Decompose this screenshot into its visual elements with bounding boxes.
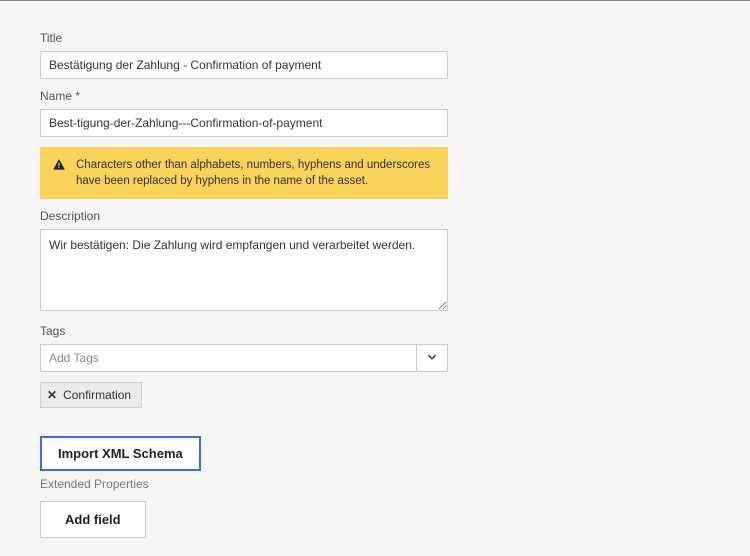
name-warning-text: Characters other than alphabets, numbers… [76,157,436,189]
name-label: Name * [40,89,710,103]
tag-chip-label: Confirmation [63,388,131,402]
form-page: Title Name * Characters other than alpha… [0,0,750,556]
description-label: Description [40,209,710,223]
tags-field-group: Tags ✕ Confirmation [40,324,710,408]
close-icon[interactable]: ✕ [47,388,57,402]
import-xml-schema-button[interactable]: Import XML Schema [40,436,201,471]
add-field-button[interactable]: Add field [40,501,146,538]
title-input[interactable] [40,51,448,79]
alert-triangle-icon [52,158,66,175]
chevron-down-icon [425,350,439,367]
tags-row [40,344,448,372]
name-field-group: Name * [40,89,710,137]
name-input[interactable] [40,109,448,137]
name-warning: Characters other than alphabets, numbers… [40,147,448,199]
description-textarea[interactable]: Wir bestätigen: Die Zahlung wird empfang… [40,229,448,311]
tag-chip: ✕ Confirmation [40,382,142,408]
tags-dropdown-button[interactable] [416,344,448,372]
tags-label: Tags [40,324,710,338]
description-field-group: Description Wir bestätigen: Die Zahlung … [40,209,710,314]
title-label: Title [40,31,710,45]
extended-properties-label: Extended Properties [40,477,710,491]
title-field-group: Title [40,31,710,79]
tags-input[interactable] [40,344,416,372]
